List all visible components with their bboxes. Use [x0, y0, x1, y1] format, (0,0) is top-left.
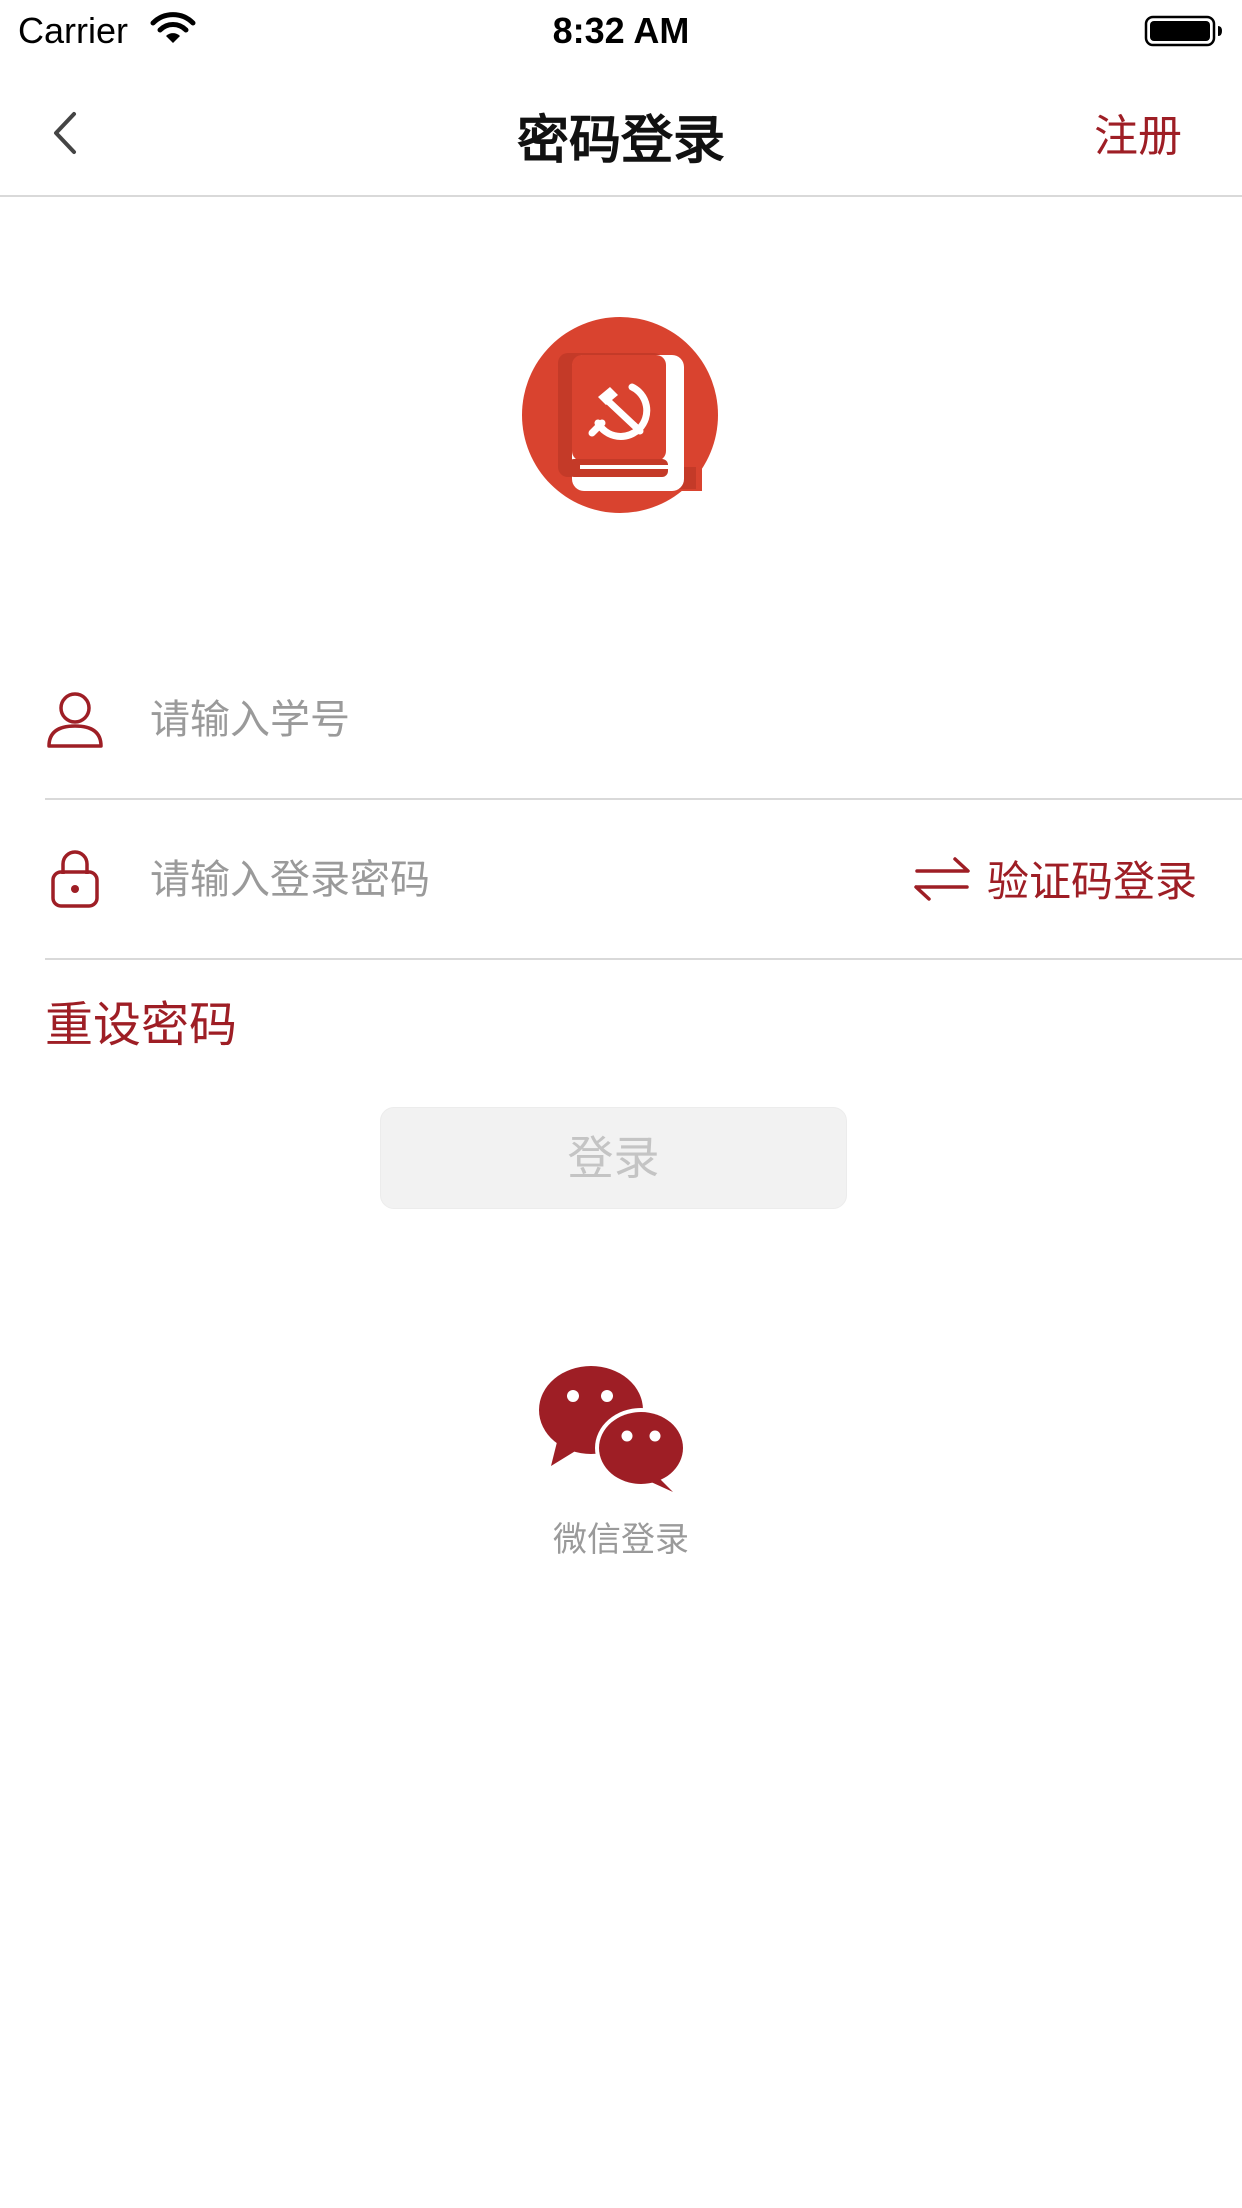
register-button[interactable]: 注册	[1094, 100, 1182, 164]
page-title: 密码登录	[516, 111, 725, 171]
student-id-input[interactable]	[150, 685, 850, 755]
student-id-row	[45, 640, 1242, 800]
reset-password-link[interactable]: 重设密码	[45, 985, 237, 1055]
lock-icon	[51, 850, 99, 908]
code-login-label: 验证码登录	[986, 856, 1197, 906]
party-book-logo	[522, 317, 718, 513]
status-time: 8:32 AM	[552, 10, 690, 51]
user-icon	[47, 692, 103, 748]
login-button[interactable]: 登录	[380, 1107, 847, 1209]
nav-bar: 密码登录 注册	[0, 60, 1242, 197]
battery-icon	[1144, 15, 1222, 47]
status-bar: Carrier 8:32 AM	[0, 0, 1242, 60]
wechat-login-label: 微信登录	[553, 1520, 689, 1560]
swap-arrows-icon	[914, 857, 970, 901]
password-row: 验证码登录	[45, 800, 1242, 960]
switch-to-code-login[interactable]: 验证码登录	[911, 848, 1197, 908]
password-input[interactable]	[150, 845, 850, 915]
wechat-icon[interactable]	[537, 1362, 687, 1492]
